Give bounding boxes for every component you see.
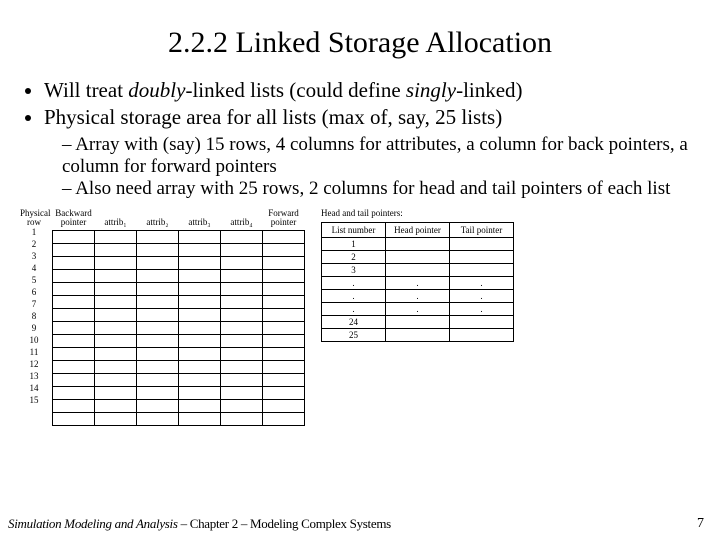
slide: 2.2.2 Linked Storage Allocation Will tre… [0,0,720,540]
table-row: ... [322,276,514,289]
page-number: 7 [697,516,704,532]
cell: . [322,289,386,302]
col-listnum: List number [322,222,386,237]
left-table-wrap: Physical row 1 2 3 4 5 6 7 8 9 10 11 12 … [20,208,305,426]
sub-bullets: Array with (say) 15 rows, 4 columns for … [18,134,702,200]
row-header: Physical row [20,208,48,228]
col-tailptr: Tail pointer [450,222,514,237]
col-attrib1: attrib₁ [95,208,137,231]
col-forward: Forward pointer [263,208,305,231]
cell: . [322,276,386,289]
col-headptr: Head pointer [386,222,450,237]
cell: . [450,302,514,315]
table-row [53,334,305,347]
table-row [53,412,305,425]
table-row [53,269,305,282]
table-row: ... [322,289,514,302]
right-title: Head and tail pointers: [321,208,514,218]
em-singly: singly [406,78,456,102]
sub-2: Also need array with 25 rows, 2 columns … [62,178,702,200]
cell: . [386,289,450,302]
table-row [53,347,305,360]
row-number-column: Physical row 1 2 3 4 5 6 7 8 9 10 11 12 … [20,208,48,408]
table-row [53,282,305,295]
table-row: 25 [322,328,514,341]
table-row: 24 [322,315,514,328]
sub-1: Array with (say) 15 rows, 4 columns for … [62,134,702,178]
table-row: 2 [322,250,514,263]
cell: 1 [322,237,386,250]
bullet-1: Will treat doubly-linked lists (could de… [44,78,702,103]
page-title: 2.2.2 Linked Storage Allocation [18,26,702,60]
pointer-table: List number Head pointer Tail pointer 1 … [321,222,514,342]
cell: 24 [322,315,386,328]
figures-row: Physical row 1 2 3 4 5 6 7 8 9 10 11 12 … [18,208,702,426]
table-row [53,308,305,321]
col-attrib2: attrib₂ [137,208,179,231]
book-title: Simulation Modeling and Analysis [8,516,178,531]
table-row [53,399,305,412]
table-row [53,243,305,256]
table-row [53,386,305,399]
col-backward: Backward pointer [53,208,95,231]
table-row [53,373,305,386]
cell: 3 [322,263,386,276]
cell: . [450,289,514,302]
cell: . [386,276,450,289]
table-row [53,360,305,373]
main-bullets: Will treat doubly-linked lists (could de… [18,78,702,130]
footer-citation: Simulation Modeling and Analysis – Chapt… [8,516,391,532]
col-attrib3: attrib₃ [179,208,221,231]
cell: . [450,276,514,289]
table-row [53,230,305,243]
table-row: 3 [322,263,514,276]
text: -linked) [456,78,522,102]
table-row [53,295,305,308]
cell: . [386,302,450,315]
cell: 25 [322,328,386,341]
table-row: ... [322,302,514,315]
right-side: Head and tail pointers: List number Head… [321,208,514,342]
cell: . [322,302,386,315]
text: pointer [265,218,303,227]
storage-body [53,230,305,425]
cell: 2 [322,250,386,263]
table-row: 1 [322,237,514,250]
pointer-body: 1 2 3 ... ... ... 24 25 [322,237,514,341]
text: pointer [55,218,93,227]
col-attrib4: attrib₄ [221,208,263,231]
table-row [53,321,305,334]
em-doubly: doubly [128,78,185,102]
text: -linked lists (could define [185,78,405,102]
storage-table: Backward pointer attrib₁ attrib₂ attrib₃… [52,208,305,426]
rownum: 15 [20,396,48,408]
chapter-text: – Chapter 2 – Modeling Complex Systems [178,516,391,531]
text: Will treat [44,78,128,102]
table-row [53,256,305,269]
bullet-2: Physical storage area for all lists (max… [44,105,702,130]
